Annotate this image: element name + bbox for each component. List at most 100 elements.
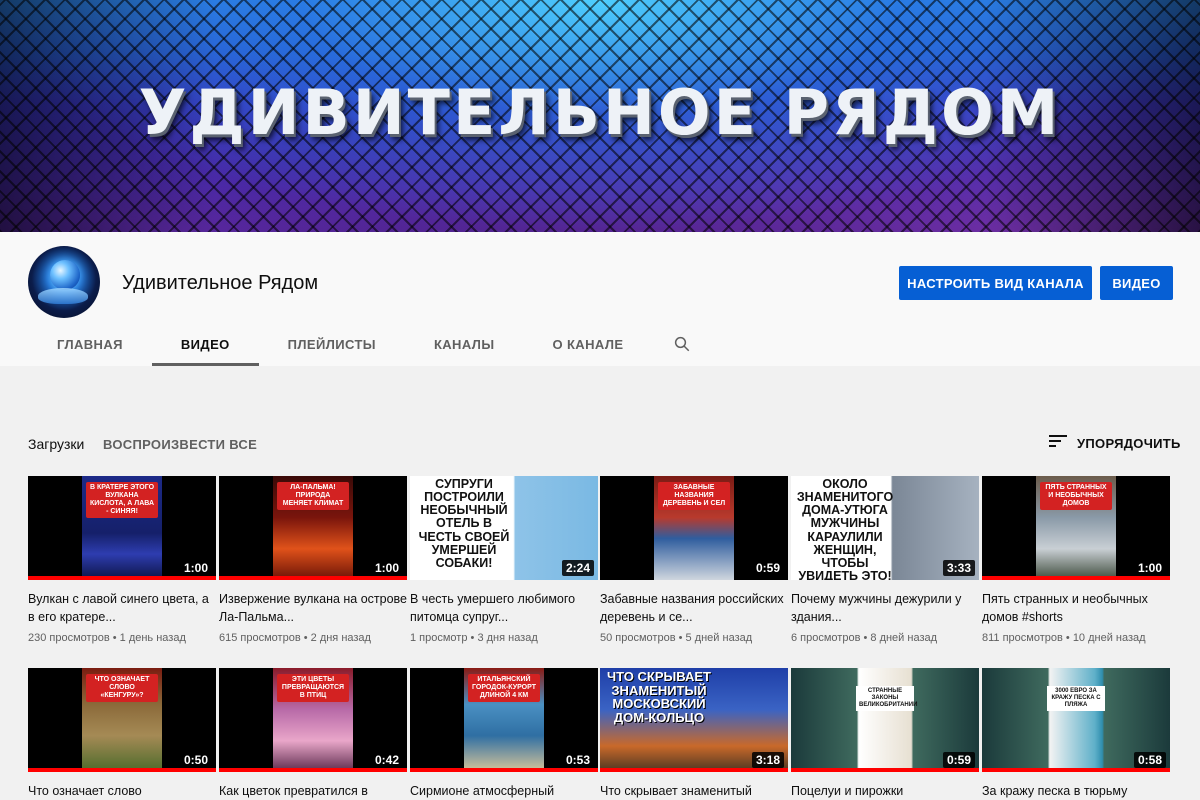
sort-label: УПОРЯДОЧИТЬ [1077,436,1181,451]
video-title[interactable]: В честь умершего любимого питомца супруг… [410,590,598,626]
video-card[interactable]: В кратере этого вулкана кислота, а лава … [28,476,216,644]
video-title[interactable]: Вулкан с лавой синего цвета, а в его кра… [28,590,216,626]
video-duration: 0:59 [751,560,784,576]
channel-name: Удивительное Рядом [122,272,319,294]
video-thumbnail[interactable]: Пять странных и необычных домов 1:00 [982,476,1170,580]
video-title[interactable]: Что означает слово [28,782,216,800]
video-card[interactable]: Итальянский городок-курорт длиной 4 км 0:… [410,668,598,800]
video-meta: 811 просмотров • 10 дней назад [982,632,1170,644]
view-count: 50 просмотров [600,632,676,644]
video-duration: 0:50 [179,752,212,768]
thumbnail-text: В кратере этого вулкана кислота, а лава … [86,482,158,519]
video-thumbnail[interactable]: Около знаменитого дома-утюга мужчины кар… [791,476,979,580]
video-button[interactable]: ВИДЕО [1100,266,1173,300]
video-card[interactable]: Супруги построили необычный отель в чест… [410,476,598,644]
channel-banner: УДИВИТЕЛЬНОЕ РЯДОМ [0,0,1200,232]
video-title[interactable]: Извержение вулкана на острове Ла-Пальма.… [219,590,407,626]
thumbnail-text: Странные законы Великобритании [856,686,917,711]
video-duration: 2:24 [561,560,594,576]
meta-separator: • [675,632,686,644]
video-thumbnail[interactable]: Итальянский городок-курорт длиной 4 км 0:… [410,668,598,772]
watch-progress-bar [28,768,216,772]
thumbnail-text: Что скрывает знаменитый московский дом-к… [607,669,711,725]
channel-avatar[interactable] [28,246,100,318]
video-duration: 0:53 [561,752,594,768]
upload-age: 2 дня назад [310,632,371,644]
hand-icon [38,288,88,304]
video-meta: 6 просмотров • 8 дней назад [791,632,979,644]
video-title[interactable]: Как цветок превратился в [219,782,407,800]
sort-button[interactable]: УПОРЯДОЧИТЬ [1049,434,1181,453]
view-count: 615 просмотров [219,632,301,644]
video-card[interactable]: Эти цветы превращаются в птиц 0:42 Как цве… [219,668,407,800]
video-card[interactable]: Что скрывает знаменитый московский дом-к… [600,668,788,800]
video-duration: 3:33 [942,560,975,576]
globe-icon [50,260,80,290]
video-thumbnail[interactable]: Эти цветы превращаются в птиц 0:42 [219,668,407,772]
video-card[interactable]: Ла-Пальма! Природа меняет климат 1:00 Изве… [219,476,407,644]
search-icon[interactable] [652,322,712,366]
upload-age: 10 дней назад [1072,632,1146,644]
thumbnail-text: Итальянский городок-курорт длиной 4 км [468,674,540,703]
video-duration: 1:00 [370,560,403,576]
upload-age: 1 день назад [119,632,186,644]
watch-progress-bar [219,768,407,772]
video-title[interactable]: За кражу песка в тюрьму [982,782,1170,800]
video-title[interactable]: Что скрывает знаменитый [600,782,788,800]
thumbnail-text: Что означает слово «кенгуру»? [86,674,158,703]
watch-progress-bar [410,768,598,772]
tab-home[interactable]: ГЛАВНАЯ [28,322,152,366]
video-meta: 50 просмотров • 5 дней назад [600,632,788,644]
video-duration: 1:00 [1133,560,1166,576]
channel-header: Удивительное Рядом НАСТРОИТЬ ВИД КАНАЛА … [0,232,1200,366]
tab-videos[interactable]: ВИДЕО [151,322,259,366]
upload-age: 5 дней назад [685,632,753,644]
watch-progress-bar [791,768,979,772]
banner-title: УДИВИТЕЛЬНОЕ РЯДОМ [138,76,1062,149]
meta-separator: • [109,632,120,644]
play-all-button[interactable]: ВОСПРОИЗВЕСТИ ВСЕ [103,437,257,452]
thumbnail-text: Эти цветы превращаются в птиц [277,674,349,703]
video-meta: 230 просмотров • 1 день назад [28,632,216,644]
video-card[interactable]: Странные законы Великобритании 0:59 Поцелу… [791,668,979,800]
video-title[interactable]: Поцелуи и пирожки [791,782,979,800]
video-title[interactable]: Забавные названия российских деревень и … [600,590,788,626]
video-title[interactable]: Почему мужчины дежурили у здания... [791,590,979,626]
customize-channel-button[interactable]: НАСТРОИТЬ ВИД КАНАЛА [899,266,1092,300]
tab-channels[interactable]: КАНАЛЫ [405,322,524,366]
video-duration: 1:00 [179,560,212,576]
video-card[interactable]: Пять странных и необычных домов 1:00 Пять … [982,476,1170,644]
thumbnail-text: Около знаменитого дома-утюга мужчины кар… [796,477,894,580]
video-thumbnail[interactable]: Что скрывает знаменитый московский дом-к… [600,668,788,772]
watch-progress-bar [982,576,1170,580]
video-duration: 0:58 [1133,752,1166,768]
video-duration: 0:42 [370,752,403,768]
video-thumbnail[interactable]: Супруги построили необычный отель в чест… [410,476,598,580]
video-card[interactable]: Около знаменитого дома-утюга мужчины кар… [791,476,979,644]
video-duration: 0:59 [942,752,975,768]
thumbnail-text: Пять странных и необычных домов [1040,482,1112,511]
video-duration: 3:18 [751,752,784,768]
thumbnail-text: Забавные названия деревень и сел [658,482,730,511]
meta-separator: • [467,632,478,644]
video-thumbnail[interactable]: Забавные названия деревень и сел 0:59 [600,476,788,580]
uploads-title: Загрузки [28,436,85,452]
video-thumbnail[interactable]: Что означает слово «кенгуру»? 0:50 [28,668,216,772]
video-card[interactable]: Что означает слово «кенгуру»? 0:50 Что озн… [28,668,216,800]
watch-progress-bar [982,768,1170,772]
video-card[interactable]: 3000 евро за кражу песка с пляжа 0:58 За к… [982,668,1170,800]
video-thumbnail[interactable]: 3000 евро за кражу песка с пляжа 0:58 [982,668,1170,772]
video-thumbnail[interactable]: Ла-Пальма! Природа меняет климат 1:00 [219,476,407,580]
view-count: 811 просмотров [982,632,1063,644]
video-title[interactable]: Пять странных и необычных домов #shorts [982,590,1170,626]
video-meta: 615 просмотров • 2 дня назад [219,632,407,644]
video-thumbnail[interactable]: В кратере этого вулкана кислота, а лава … [28,476,216,580]
tab-playlists[interactable]: ПЛЕЙЛИСТЫ [259,322,405,366]
watch-progress-bar [28,576,216,580]
video-title[interactable]: Сирмионе атмосферный [410,782,598,800]
sort-icon [1049,434,1067,453]
video-thumbnail[interactable]: Странные законы Великобритании 0:59 [791,668,979,772]
thumbnail-text: Супруги построили необычный отель в чест… [418,477,510,570]
video-card[interactable]: Забавные названия деревень и сел 0:59 Заба… [600,476,788,644]
tab-about[interactable]: О КАНАЛЕ [523,322,652,366]
